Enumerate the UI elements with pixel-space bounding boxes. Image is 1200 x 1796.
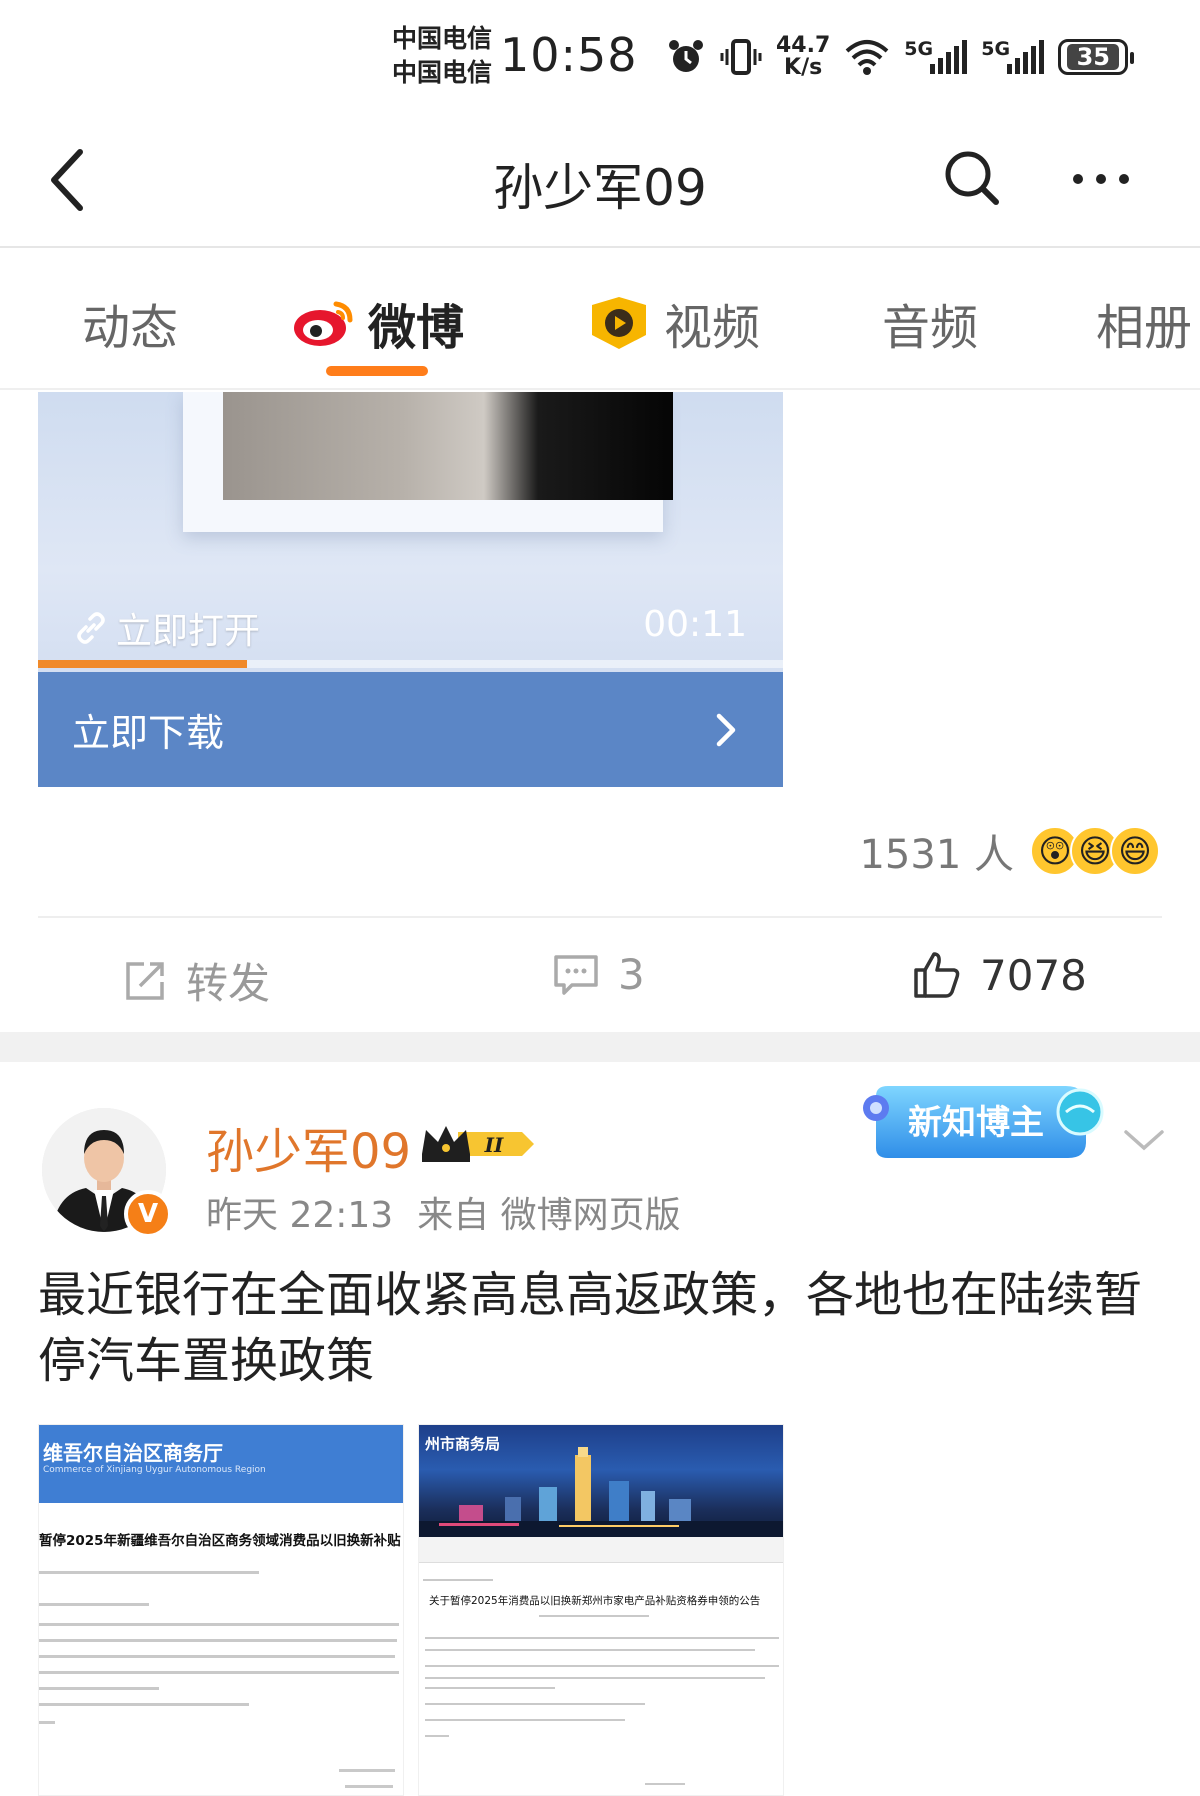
- chevron-down-icon[interactable]: [1120, 1126, 1168, 1156]
- status-icons: 44.7 K/s 5G 5G 35: [666, 32, 1135, 82]
- reaction-emojis: 😲 😆 😄: [1030, 826, 1160, 876]
- image-2-nav: [419, 1537, 783, 1563]
- tab-video[interactable]: 视频: [586, 288, 760, 358]
- vip-level: II: [484, 1133, 504, 1157]
- chevron-right-icon: [716, 713, 736, 747]
- post-separator: [0, 1032, 1200, 1062]
- repost-icon: [126, 961, 164, 1000]
- image-1-header: 维吾尔自治区商务厅 Commerce of Xinjiang Uygur Aut…: [39, 1425, 403, 1503]
- new-blogger-badge-text: 新知博主: [908, 1103, 1044, 1143]
- more-icon[interactable]: [1066, 154, 1136, 204]
- net-speed: 44.7 K/s: [776, 33, 831, 80]
- video-card[interactable]: 立即打开 00:11 立即下载: [38, 392, 783, 787]
- grinning-emoji-icon: 😄: [1110, 826, 1160, 876]
- post-action-bar: 转发 3 7078: [0, 920, 1200, 1032]
- comment-icon: [554, 954, 598, 995]
- open-now-button[interactable]: 立即打开: [74, 602, 260, 654]
- video-thumbnail: [223, 392, 673, 500]
- video-channel-icon: [592, 297, 646, 349]
- image-1-headline: 暂停2025年新疆维吾尔自治区商务领域消费品以旧换新补贴: [39, 1533, 401, 1549]
- verified-badge-icon: V: [124, 1190, 172, 1238]
- divider: [38, 916, 1162, 918]
- weibo-logo-icon: [294, 301, 353, 346]
- comment-button[interactable]: 3: [552, 950, 645, 999]
- image-2-city-photo: 州市商务局: [419, 1425, 783, 1537]
- new-blogger-badge-icon: 新知博主: [863, 1086, 1104, 1158]
- reaction-summary[interactable]: 1531 人 😲 😆 😄: [859, 822, 1160, 880]
- active-tab-indicator: [326, 366, 428, 376]
- post-image-1[interactable]: 维吾尔自治区商务厅 Commerce of Xinjiang Uygur Aut…: [38, 1424, 404, 1796]
- tab-album[interactable]: 相册: [1096, 288, 1192, 358]
- tab-audio[interactable]: 音频: [882, 288, 978, 358]
- author-name[interactable]: 孙少军09: [206, 1112, 411, 1182]
- signal-icon-2: 5G: [981, 38, 1045, 74]
- clock: 10:58: [500, 28, 638, 82]
- battery-icon: 35: [1058, 39, 1135, 75]
- status-bar: 中国电信 中国电信 10:58 44.7 K/s 5G 5G 35: [0, 0, 1200, 112]
- video-progress: [38, 660, 783, 668]
- vibrate-icon: [720, 39, 762, 75]
- post-text: 最近银行在全面收紧高息高返政策，各地也在陆续暂停汽车置换政策: [38, 1267, 1143, 1389]
- video-progress-fill: [38, 660, 247, 668]
- repost-button[interactable]: 转发: [122, 950, 270, 1011]
- post-meta: 昨天 22:13 来自 微博网页版: [206, 1186, 681, 1238]
- reaction-count: 1531 人: [859, 832, 1014, 878]
- post-source: 来自 微博网页版: [417, 1195, 681, 1236]
- link-icon: [77, 612, 105, 644]
- tab-weibo[interactable]: 微博: [292, 288, 464, 358]
- thumbs-up-icon: [914, 952, 960, 998]
- post-image-2[interactable]: 州市商务局 关于暂停2025年消费品以旧换新郑州市家电产品补贴资格券申领的公告: [418, 1424, 784, 1796]
- video-duration: 00:11: [643, 604, 747, 645]
- alarm-icon: [669, 40, 703, 72]
- like-button[interactable]: 7078: [912, 950, 1087, 1000]
- vip-crown-badge-icon: II: [422, 1126, 534, 1162]
- page-title: 孙少军09: [493, 159, 707, 217]
- tab-dynamic[interactable]: 动态: [82, 288, 178, 358]
- nav-bar: 孙少军09: [0, 112, 1200, 248]
- download-now-button[interactable]: 立即下载: [38, 672, 783, 787]
- carrier-1: 中国电信: [392, 24, 493, 53]
- video-thumbnail-frame: [183, 392, 673, 532]
- wifi-icon: [845, 40, 889, 75]
- profile-tabs: 动态 微博 视频 音频 相册: [0, 250, 1200, 390]
- search-icon[interactable]: [940, 146, 1004, 210]
- image-2-headline: 关于暂停2025年消费品以旧换新郑州市家电产品补贴资格券申领的公告: [429, 1595, 761, 1607]
- post-time: 昨天 22:13: [206, 1195, 394, 1236]
- carrier-2: 中国电信: [392, 58, 493, 87]
- battery-level: 35: [1067, 44, 1120, 70]
- signal-icon-1: 5G: [904, 38, 968, 74]
- carrier-labels: 中国电信 中国电信: [392, 22, 492, 90]
